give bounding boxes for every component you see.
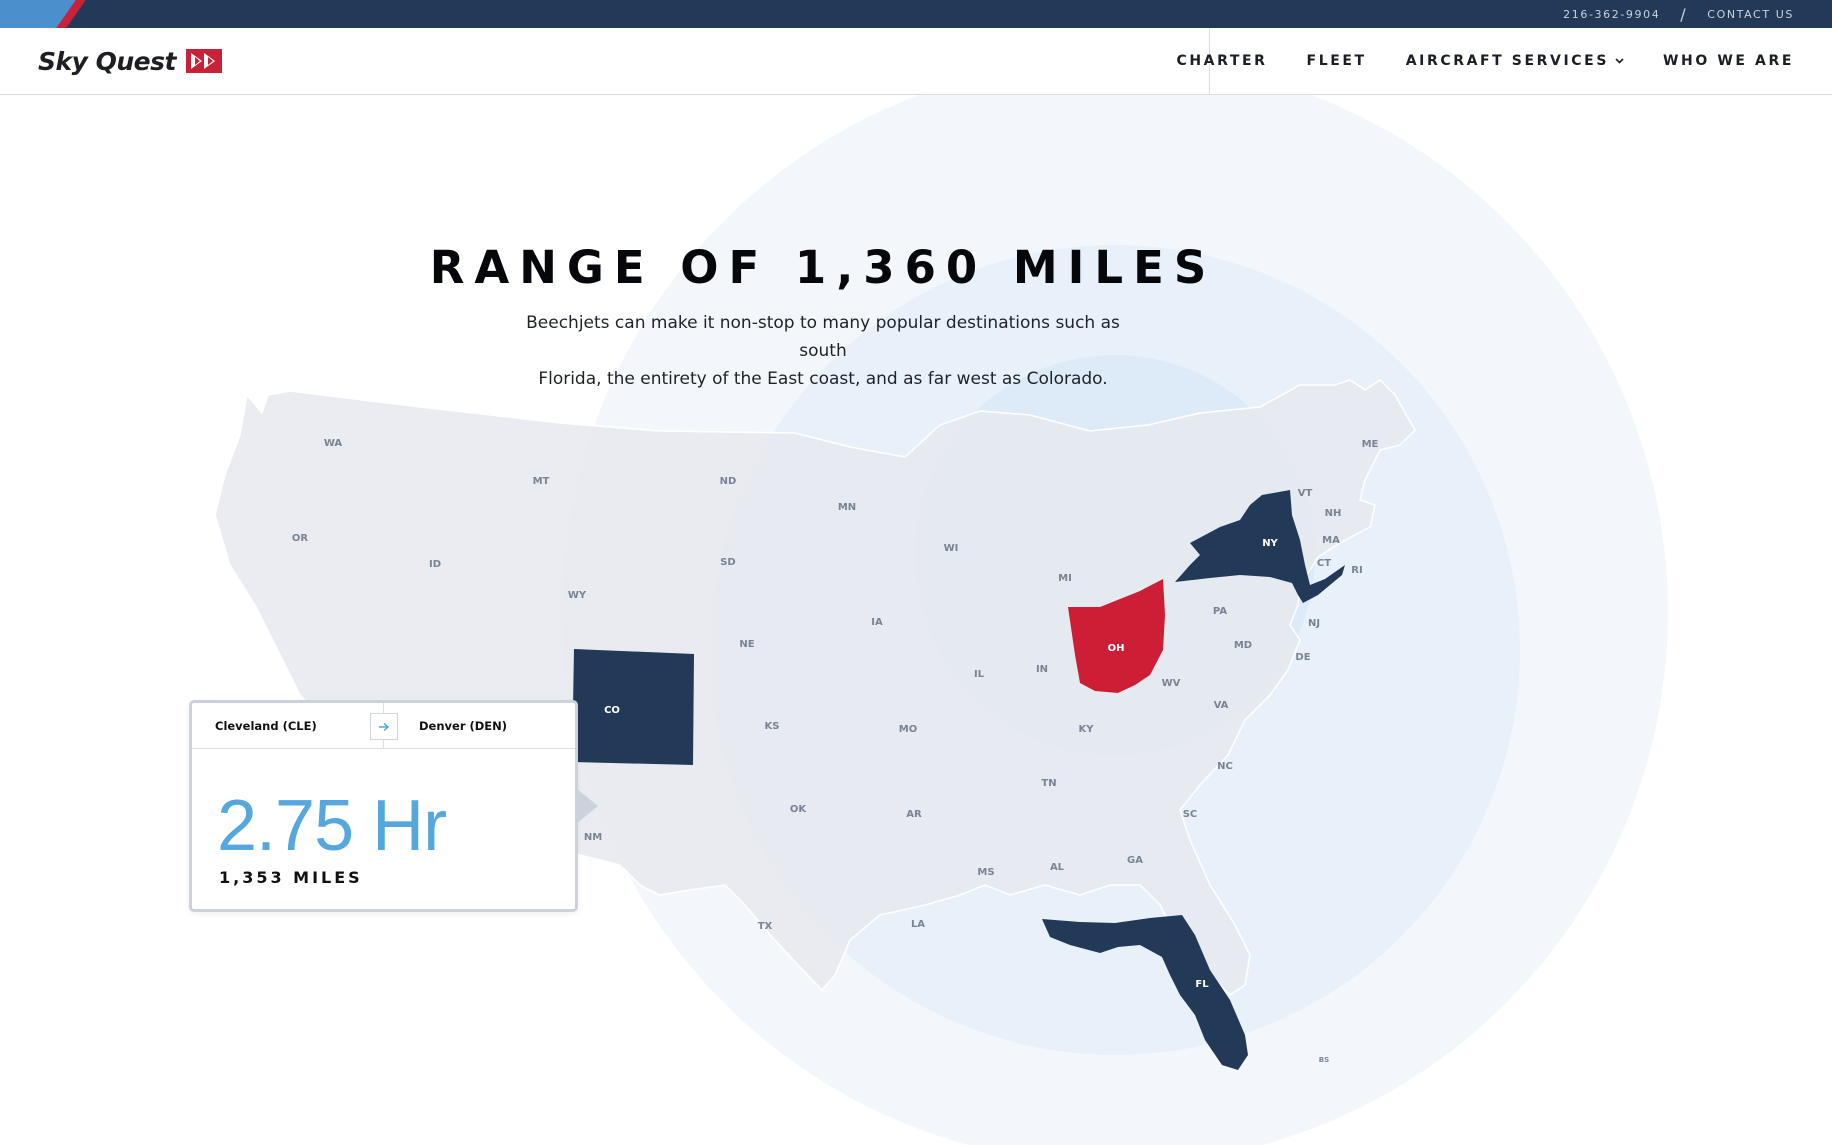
label-nj: NJ: [1308, 618, 1320, 629]
label-ia: IA: [871, 617, 883, 628]
label-ky: KY: [1079, 724, 1095, 735]
label-pa: PA: [1213, 606, 1227, 617]
label-la: LA: [911, 919, 925, 930]
card-pointer: [576, 788, 598, 824]
nav-aircraft-services-label: AIRCRAFT SERVICES: [1405, 53, 1609, 69]
label-md: MD: [1234, 640, 1252, 651]
subtitle-line-2: Florida, the entirety of the East coast,…: [538, 369, 1108, 389]
label-mn: MN: [838, 502, 856, 513]
label-wi: WI: [944, 543, 959, 554]
label-al: AL: [1050, 862, 1065, 873]
label-il: IL: [974, 669, 985, 680]
label-vt: VT: [1298, 488, 1313, 499]
contact-us-link[interactable]: CONTACT US: [1707, 8, 1794, 21]
flight-time: 2.75 Hr: [217, 786, 447, 866]
sky-quest-logo[interactable]: Sky Quest: [38, 46, 222, 76]
label-ks: KS: [765, 721, 780, 732]
label-ar: AR: [906, 809, 922, 820]
route-destination: Denver (DEN): [419, 719, 508, 733]
page-title: RANGE OF 1,360 MILES: [429, 241, 1217, 294]
state-colorado: [572, 649, 694, 765]
label-nh: NH: [1325, 508, 1342, 519]
label-co: CO: [604, 705, 620, 716]
label-sd: SD: [720, 557, 736, 568]
label-wa: WA: [324, 438, 343, 449]
label-tn: TN: [1041, 778, 1056, 789]
label-ri: RI: [1351, 565, 1362, 576]
label-sc: SC: [1183, 809, 1198, 820]
label-ma: MA: [1322, 535, 1340, 546]
label-id: ID: [429, 559, 441, 570]
label-ok: OK: [790, 804, 808, 815]
subtitle-line-1: Beechjets can make it non-stop to many p…: [526, 313, 1120, 361]
label-mt: MT: [533, 476, 550, 487]
nav-aircraft-services[interactable]: AIRCRAFT SERVICES: [1406, 53, 1624, 69]
nav-fleet[interactable]: FLEET: [1307, 53, 1367, 69]
label-fl: FL: [1195, 979, 1209, 990]
route-origin: Cleveland (CLE): [215, 719, 317, 733]
top-bar-links: 216-362-9904 / CONTACT US: [1563, 0, 1794, 28]
top-bar: 216-362-9904 / CONTACT US: [0, 0, 1832, 28]
route-card: Cleveland (CLE) Denver (DEN) 2.75 Hr 1,3…: [189, 700, 598, 912]
label-mo: MO: [899, 724, 917, 735]
label-ga: GA: [1127, 855, 1143, 866]
label-mi: MI: [1058, 573, 1072, 584]
phone-link[interactable]: 216-362-9904: [1563, 8, 1660, 21]
label-in: IN: [1036, 664, 1048, 675]
label-tx: TX: [758, 921, 773, 932]
nav-who-we-are[interactable]: WHO WE ARE: [1663, 53, 1794, 69]
primary-nav: CHARTER FLEET AIRCRAFT SERVICES WHO WE A…: [1176, 28, 1794, 94]
range-section: WA OR ID MT WY ND SD NE KS OK TX NM AZ M…: [0, 95, 1832, 1145]
route-header: Cleveland (CLE) Denver (DEN): [192, 703, 575, 749]
label-ne: NE: [739, 639, 754, 650]
label-de: DE: [1295, 652, 1310, 663]
logo-wordmark: Sky Quest: [38, 46, 176, 76]
logo-chevrons-icon: [185, 49, 222, 73]
label-ny: NY: [1262, 538, 1278, 549]
label-nd: ND: [720, 476, 737, 487]
label-wv: WV: [1162, 678, 1181, 689]
flight-distance: 1,353 MILES: [219, 868, 363, 887]
label-bs: BS: [1319, 1056, 1329, 1064]
nav-charter[interactable]: CHARTER: [1176, 53, 1267, 69]
main-navbar: Sky Quest CHARTER FLEET AIRCRAFT SERVICE…: [0, 28, 1832, 95]
label-me: ME: [1362, 439, 1379, 450]
label-oh: OH: [1108, 643, 1125, 654]
label-va: VA: [1214, 700, 1229, 711]
label-ms: MS: [977, 867, 994, 878]
label-or: OR: [292, 533, 309, 544]
chevron-down-icon: [1615, 58, 1624, 64]
arrow-right-icon: [370, 713, 398, 740]
label-nc: NC: [1217, 761, 1233, 772]
label-ct: CT: [1317, 558, 1331, 569]
label-wy: WY: [568, 590, 587, 601]
page-subtitle: Beechjets can make it non-stop to many p…: [503, 309, 1143, 393]
top-bar-separator: /: [1680, 4, 1688, 24]
label-nm: NM: [584, 832, 602, 843]
